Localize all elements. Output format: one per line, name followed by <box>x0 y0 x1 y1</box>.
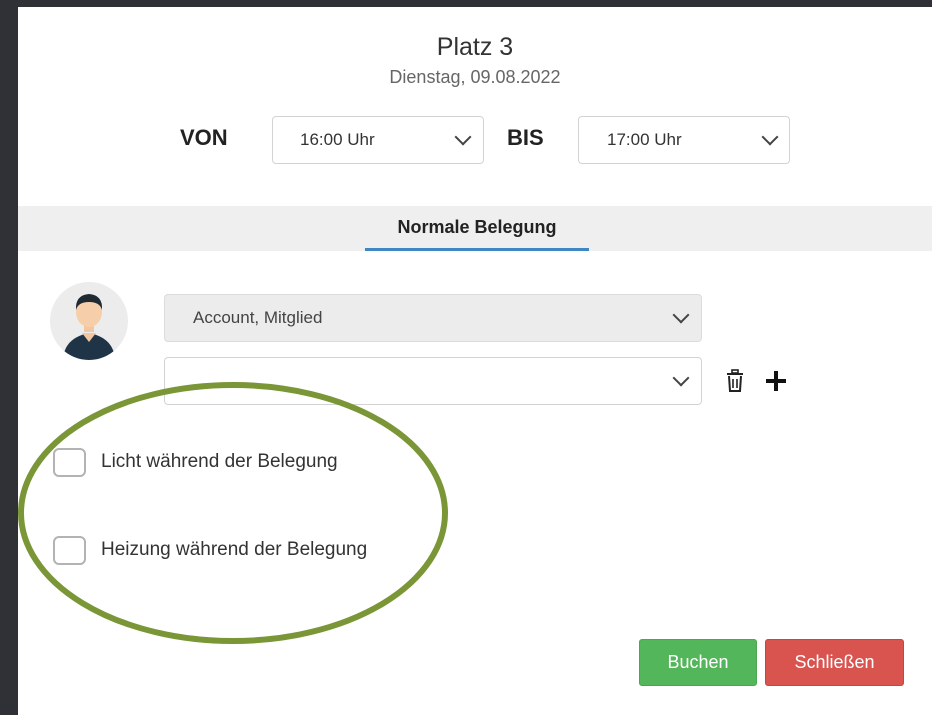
plus-icon[interactable] <box>764 369 788 393</box>
trash-icon[interactable] <box>724 369 746 393</box>
close-button[interactable]: Schließen <box>765 639 904 686</box>
member-select-value: Account, Mitglied <box>193 308 323 327</box>
chevron-down-icon <box>672 369 690 387</box>
second-member-select[interactable] <box>164 357 702 405</box>
member-select[interactable]: Account, Mitglied <box>164 294 702 342</box>
to-time-value: 17:00 Uhr <box>607 130 682 149</box>
from-time-value: 16:00 Uhr <box>300 130 375 149</box>
from-label: VON <box>180 125 228 150</box>
dialog-date: Dienstag, 09.08.2022 <box>389 67 561 87</box>
to-label: BIS <box>507 125 544 150</box>
to-time-select[interactable]: 17:00 Uhr <box>578 116 790 164</box>
tab-bar: Normale Belegung <box>18 206 932 251</box>
chevron-down-icon <box>672 306 690 324</box>
chevron-down-icon <box>761 128 779 146</box>
dialog-title: Platz 3 <box>436 33 514 61</box>
light-checkbox[interactable] <box>53 448 86 477</box>
booking-dialog: Platz 3 Dienstag, 09.08.2022 VON 16:00 U… <box>18 7 932 715</box>
chevron-down-icon <box>454 128 472 146</box>
user-avatar <box>50 282 128 360</box>
heating-checkbox[interactable] <box>53 536 86 565</box>
book-button[interactable]: Buchen <box>639 639 757 686</box>
from-time-select[interactable]: 16:00 Uhr <box>272 116 484 164</box>
tab-normale-belegung[interactable]: Normale Belegung <box>365 206 589 251</box>
heating-checkbox-label: Heizung während der Belegung <box>101 539 368 560</box>
annotation-ellipse <box>18 382 448 644</box>
light-checkbox-label: Licht während der Belegung <box>101 451 338 472</box>
